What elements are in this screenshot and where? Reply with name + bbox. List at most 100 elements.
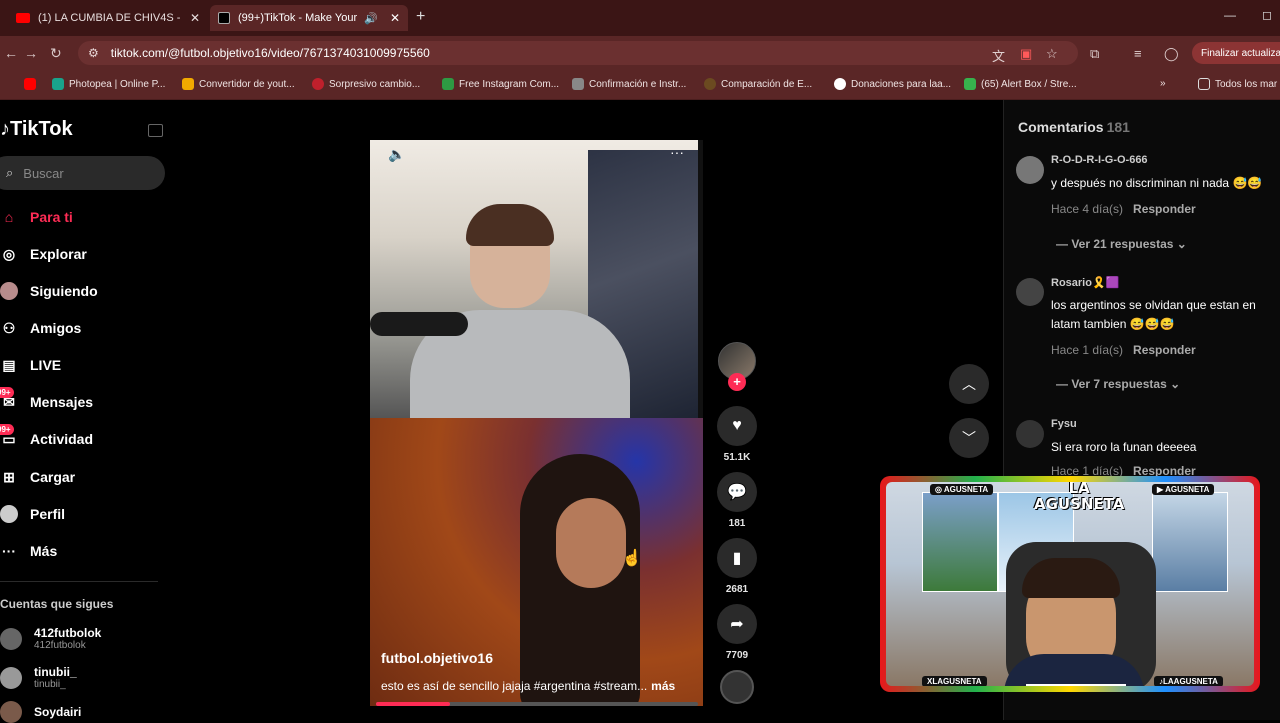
like-button[interactable]: ♥ 51.1K: [716, 406, 758, 463]
update-button[interactable]: Finalizar actualiza: [1192, 42, 1280, 64]
account-name: 412futbolok: [34, 626, 102, 640]
video-author[interactable]: futbol.objetivo16: [381, 650, 493, 666]
photopea-icon: [52, 78, 64, 90]
music-disc-icon[interactable]: [720, 670, 754, 704]
webcam-frame: ◎ AGUSNETA ▶ AGUSNETA XLAGUSNETA ♪LAAGUS…: [886, 482, 1254, 686]
reply-button[interactable]: Responder: [1133, 202, 1196, 216]
follow-plus-icon[interactable]: +: [728, 373, 746, 391]
bookmark-youtube[interactable]: [24, 78, 41, 90]
view-replies-button[interactable]: — Ver 21 respuestas ⌄: [1056, 237, 1187, 251]
avatar[interactable]: [1016, 420, 1044, 448]
channel-logo: LA AGUSNETA: [1034, 482, 1124, 512]
lower-bar: [1026, 684, 1126, 686]
nav-friends[interactable]: ⚇ Amigos: [0, 317, 82, 339]
comment-user[interactable]: Rosario🎗️🟪: [1051, 276, 1119, 289]
following-account[interactable]: 412futbolok 412futbolok: [0, 627, 101, 651]
extensions-icon[interactable]: ⧉: [1090, 46, 1099, 62]
bookmark-item[interactable]: Comparación de E...: [704, 78, 812, 90]
nav-messages[interactable]: ✉99+ Mensajes: [0, 386, 94, 413]
following-account[interactable]: tinubii_ tinubii_: [0, 666, 77, 690]
speaker-icon[interactable]: 🔊: [364, 12, 378, 25]
folder-icon: [1198, 78, 1210, 90]
volume-icon[interactable]: 🔈: [388, 146, 405, 163]
person-face: [556, 498, 626, 588]
unread-badge: 99+: [0, 423, 14, 435]
translate-icon[interactable]: 文: [992, 46, 1005, 65]
comment-user[interactable]: Fysu: [1051, 418, 1077, 430]
bookmarks-bar: Photopea | Online P... Convertidor de yo…: [0, 70, 1280, 100]
save-button[interactable]: ▮ 2681: [716, 538, 758, 595]
nav-live[interactable]: ▤ LIVE: [0, 354, 61, 376]
cast-icon[interactable]: ▣: [1020, 46, 1032, 62]
nav-label: Para ti: [30, 209, 73, 225]
bookmark-item[interactable]: Donaciones para laa...: [834, 78, 951, 90]
nav-explore[interactable]: ◎ Explorar: [0, 243, 87, 265]
media-control-icon[interactable]: ≡: [1134, 46, 1142, 61]
bookmark-item[interactable]: Free Instagram Com...: [442, 78, 559, 90]
description-text: esto es así de sencillo jajaja #argentin…: [381, 679, 648, 693]
nav-label: Mensajes: [30, 394, 94, 410]
next-video-button[interactable]: ﹀: [949, 418, 989, 458]
profile-icon: [0, 505, 18, 523]
nav-upload[interactable]: ⊞ Cargar: [0, 466, 75, 488]
bookmark-label: Convertidor de yout...: [199, 78, 295, 90]
forward-arrow-icon[interactable]: →: [24, 45, 38, 61]
bookmark-item[interactable]: (65) Alert Box / Stre...: [964, 78, 1077, 90]
bookmark-label: Sorpresivo cambio...: [329, 78, 421, 90]
avatar[interactable]: [1016, 156, 1044, 184]
new-tab-button[interactable]: +: [416, 8, 425, 26]
maximize-icon[interactable]: ◻: [1262, 8, 1272, 22]
browser-tab-tiktok[interactable]: (99+)TikTok - Make Your Da 🔊 ✕: [210, 5, 408, 31]
compass-icon: ◎: [2, 245, 16, 262]
all-bookmarks-folder[interactable]: Todos los mar: [1198, 78, 1277, 90]
avatar[interactable]: [1016, 278, 1044, 306]
x-handle: XLAGUSNETA: [927, 677, 982, 686]
nav-profile[interactable]: Perfil: [0, 503, 65, 525]
bookmark-item[interactable]: Photopea | Online P...: [52, 78, 165, 90]
share-button[interactable]: ➦ 7709: [716, 604, 758, 661]
site-info-icon[interactable]: ⚙: [88, 46, 99, 60]
back-arrow-icon[interactable]: ←: [4, 45, 18, 61]
nav-for-you[interactable]: ⌂ Para ti: [0, 206, 73, 228]
x-tag: XLAGUSNETA: [922, 676, 987, 686]
sidebar: ♪TikTok ⌕ Buscar ⌂ Para ti ◎ Explorar Sigu…: [0, 100, 180, 723]
comment-bubble-icon: 💬: [717, 472, 757, 512]
more-link[interactable]: más: [651, 679, 675, 693]
video-progress-bar[interactable]: [376, 702, 698, 706]
tab-close-icon[interactable]: ✕: [390, 11, 400, 25]
comment-button[interactable]: 💬 181: [716, 472, 758, 529]
previous-video-button[interactable]: ︿: [949, 364, 989, 404]
bookmark-item[interactable]: Sorpresivo cambio...: [312, 78, 420, 90]
minimize-icon[interactable]: —: [1224, 8, 1236, 22]
url-bar[interactable]: ⚙ tiktok.com/@futbol.objetivo16/video/76…: [78, 41, 1078, 65]
bookmark-item[interactable]: Confirmación e Instr...: [572, 78, 686, 90]
nav-label: LIVE: [30, 357, 62, 373]
reply-button[interactable]: Responder: [1133, 343, 1196, 357]
bookmark-star-icon[interactable]: ☆: [1046, 46, 1058, 62]
search-input[interactable]: ⌕ Buscar: [0, 156, 165, 190]
more-options-icon[interactable]: ···: [670, 144, 684, 160]
video-player[interactable]: 🔈 ··· ☝ futbol.objetivo16 esto es así de…: [370, 140, 703, 706]
live-icon: ▤: [2, 356, 16, 373]
tab-close-icon[interactable]: ✕: [190, 11, 200, 25]
bookmark-item[interactable]: Convertidor de yout...: [182, 78, 295, 90]
profile-account-icon[interactable]: ◯: [1164, 46, 1179, 62]
bookmark-label: Donaciones para laa...: [851, 78, 952, 90]
progress-fill: [376, 702, 451, 706]
view-replies-button[interactable]: — Ver 7 respuestas ⌄: [1056, 377, 1180, 391]
nav-more[interactable]: ··· Más: [0, 540, 57, 562]
comment-meta: Hace 1 día(s) Responder: [1051, 343, 1196, 357]
bookmark-label: Comparación de E...: [721, 78, 813, 90]
comment-user[interactable]: R-O-D-R-I-G-O-666: [1051, 154, 1148, 166]
reload-icon[interactable]: ↻: [50, 45, 62, 62]
more-icon: ···: [2, 543, 16, 559]
tab-title: (1) LA CUMBIA DE CHIV4S - Mi: [38, 12, 184, 24]
collapse-sidebar-icon[interactable]: [148, 124, 163, 137]
browser-tab-youtube[interactable]: (1) LA CUMBIA DE CHIV4S - Mi ✕: [8, 5, 208, 31]
tiktok-logo[interactable]: ♪TikTok: [0, 118, 73, 141]
nav-following[interactable]: Siguiendo: [0, 280, 98, 302]
nav-activity[interactable]: ▭99+ Actividad: [0, 423, 93, 450]
bookmarks-overflow-icon[interactable]: »: [1160, 78, 1166, 89]
streamer-hair: [1022, 558, 1120, 598]
converter-icon: [182, 78, 194, 90]
